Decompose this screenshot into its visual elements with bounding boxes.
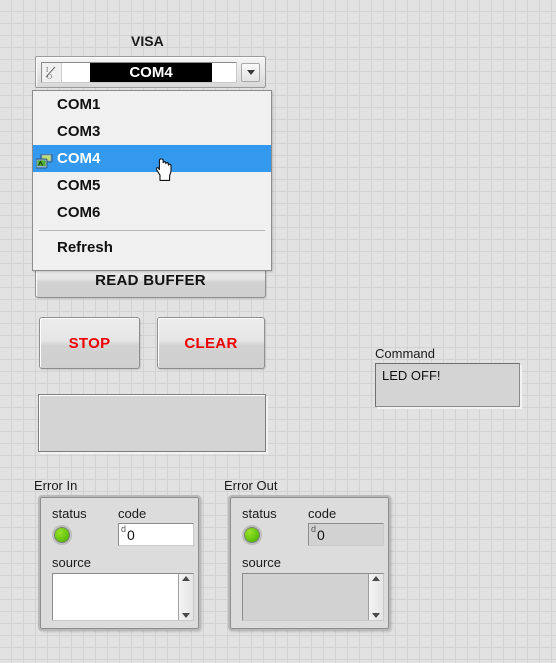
- command-indicator: LED OFF!: [375, 363, 520, 407]
- scroll-up-arrow-icon[interactable]: [372, 576, 380, 581]
- dropdown-item-label: COM5: [57, 177, 101, 194]
- dropdown-item-com1[interactable]: COM1: [33, 91, 271, 118]
- stop-button-label: STOP: [68, 334, 111, 352]
- labview-front-panel: VISA I O COM4 COM1 COM3 COM4 COM5 COM6 R…: [0, 0, 556, 663]
- svg-text:O: O: [47, 73, 52, 80]
- error-in-source-field[interactable]: [52, 573, 194, 621]
- visa-resource-combobox[interactable]: I O COM4: [35, 56, 266, 88]
- read-buffer-display: [38, 394, 266, 452]
- error-out-source-label: source: [242, 555, 282, 570]
- scroll-down-arrow-icon[interactable]: [372, 613, 380, 618]
- dropdown-item-label: COM1: [57, 96, 101, 113]
- clear-button[interactable]: CLEAR: [157, 317, 265, 369]
- stop-button[interactable]: STOP: [39, 317, 140, 369]
- error-out-cluster: status code d 0 source: [228, 495, 391, 631]
- error-in-code-value: 0: [127, 526, 135, 543]
- error-in-code-field[interactable]: d 0: [118, 523, 194, 546]
- error-out-source-value: [243, 574, 368, 620]
- error-in-status-label: status: [52, 506, 87, 521]
- error-in-label: Error In: [34, 478, 78, 493]
- dropdown-item-com6[interactable]: COM6: [33, 199, 271, 226]
- visa-dropdown-arrow-button[interactable]: [241, 63, 260, 82]
- clear-button-label: CLEAR: [184, 334, 238, 352]
- error-out-label: Error Out: [224, 478, 278, 493]
- error-out-source-field: [242, 573, 384, 621]
- dropdown-item-com3[interactable]: COM3: [33, 118, 271, 145]
- scroll-up-arrow-icon[interactable]: [182, 576, 190, 581]
- dropdown-item-label: COM3: [57, 123, 101, 140]
- dropdown-item-com5[interactable]: COM5: [33, 172, 271, 199]
- dropdown-separator: [39, 230, 265, 231]
- error-out-code-value: 0: [317, 526, 325, 543]
- serial-device-icon: [35, 151, 53, 169]
- scroll-down-arrow-icon[interactable]: [182, 613, 190, 618]
- command-label: Command: [375, 346, 435, 361]
- error-in-cluster[interactable]: status code d 0 source: [38, 495, 201, 631]
- dropdown-item-com4[interactable]: COM4: [33, 145, 271, 172]
- error-in-code-label: code: [118, 506, 147, 521]
- dropdown-item-label: Refresh: [57, 239, 113, 256]
- error-in-source-scrollbar[interactable]: [178, 574, 193, 620]
- error-out-code-radix: d: [311, 524, 317, 534]
- error-out-source-scrollbar[interactable]: [368, 574, 383, 620]
- dropdown-item-label: COM6: [57, 204, 101, 221]
- error-in-code-radix: d: [121, 524, 127, 534]
- error-in-source-value: [53, 574, 178, 620]
- dropdown-item-label: COM4: [57, 150, 101, 167]
- io-glyph-icon: I O: [42, 63, 62, 82]
- error-out-code-field: d 0: [308, 523, 384, 546]
- error-out-status-led: [242, 525, 262, 545]
- error-in-status-led[interactable]: [52, 525, 72, 545]
- read-buffer-button-label: READ BUFFER: [95, 272, 206, 289]
- error-in-source-label: source: [52, 555, 92, 570]
- error-out-code-label: code: [308, 506, 337, 521]
- visa-title-label: VISA: [131, 33, 164, 49]
- visa-resource-field[interactable]: I O COM4: [41, 62, 237, 83]
- visa-dropdown-menu[interactable]: COM1 COM3 COM4 COM5 COM6 Refresh: [32, 90, 272, 271]
- error-out-status-label: status: [242, 506, 277, 521]
- dropdown-item-refresh[interactable]: Refresh: [33, 234, 271, 261]
- chevron-down-icon: [246, 70, 255, 75]
- command-value: LED OFF!: [382, 368, 441, 383]
- visa-selected-value: COM4: [90, 63, 212, 82]
